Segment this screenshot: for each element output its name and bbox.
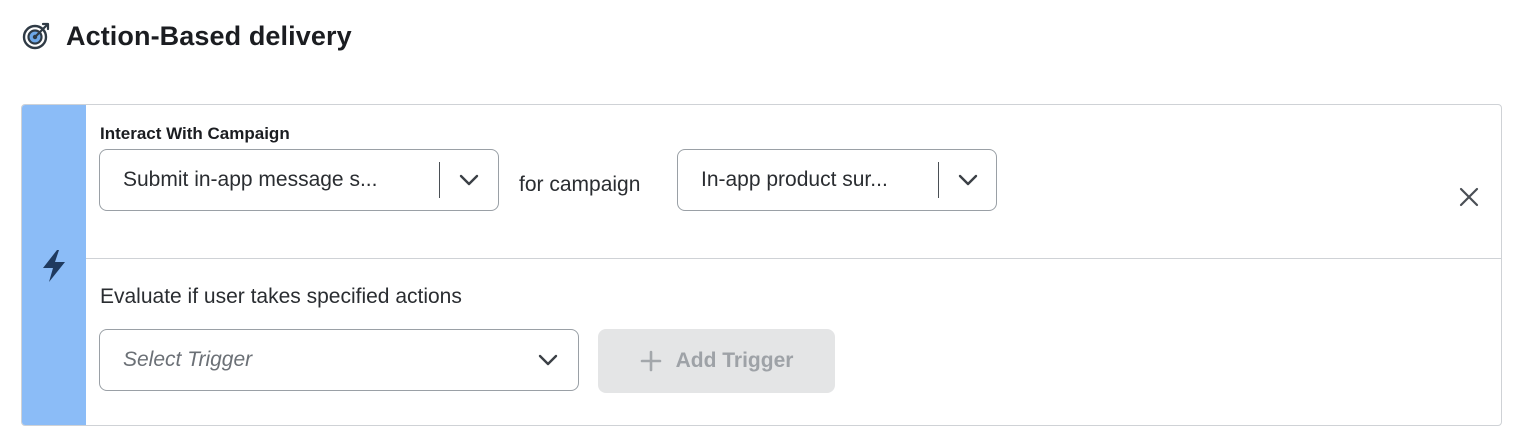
trigger-select-placeholder: Select Trigger xyxy=(123,348,253,371)
campaign-select-value: In-app product sur... xyxy=(701,168,888,191)
close-icon[interactable] xyxy=(1457,185,1481,209)
action-select[interactable]: Submit in-app message s... xyxy=(99,149,499,211)
section-header: Action-Based delivery xyxy=(22,14,352,58)
chevron-down-icon[interactable] xyxy=(440,174,498,186)
target-icon xyxy=(22,21,52,51)
chevron-down-icon[interactable] xyxy=(518,354,578,366)
page-title: Action-Based delivery xyxy=(66,20,352,51)
add-trigger-label: Add Trigger xyxy=(675,349,794,372)
evaluate-text: Evaluate if user takes specified actions xyxy=(100,285,462,308)
add-trigger-button[interactable]: Add Trigger xyxy=(598,329,835,393)
action-select-value: Submit in-app message s... xyxy=(123,168,378,191)
plus-icon xyxy=(640,350,662,372)
interact-label: Interact With Campaign xyxy=(100,124,290,143)
trigger-select[interactable]: Select Trigger xyxy=(99,329,579,391)
lightning-bolt-icon xyxy=(40,249,68,283)
evaluate-section: Evaluate if user takes specified actions… xyxy=(86,259,1501,425)
trigger-panel: Interact With Campaign Submit in-app mes… xyxy=(21,104,1502,426)
connector-text: for campaign xyxy=(519,173,641,196)
interact-section: Interact With Campaign Submit in-app mes… xyxy=(86,105,1501,259)
campaign-select[interactable]: In-app product sur... xyxy=(677,149,997,211)
panel-rail xyxy=(22,105,86,425)
chevron-down-icon[interactable] xyxy=(939,174,996,186)
